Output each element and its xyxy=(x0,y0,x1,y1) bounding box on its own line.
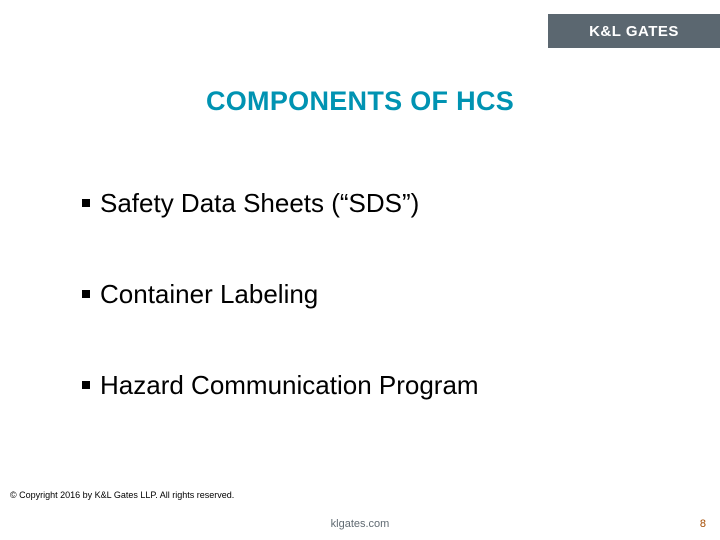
bullet-text: Hazard Communication Program xyxy=(100,370,479,401)
bullet-marker-icon xyxy=(82,290,90,298)
brand-logo-text: K&L GATES xyxy=(589,23,679,40)
copyright-text: © Copyright 2016 by K&L Gates LLP. All r… xyxy=(10,490,234,500)
footer-site: klgates.com xyxy=(0,518,720,530)
list-item: Container Labeling xyxy=(82,279,660,310)
brand-logo: K&L GATES xyxy=(548,14,720,48)
list-item: Hazard Communication Program xyxy=(82,370,660,401)
slide-title: COMPONENTS OF HCS xyxy=(0,86,720,117)
bullet-list: Safety Data Sheets (“SDS”) Container Lab… xyxy=(82,188,660,461)
bullet-marker-icon xyxy=(82,199,90,207)
bullet-text: Container Labeling xyxy=(100,279,318,310)
page-number: 8 xyxy=(700,518,706,530)
bullet-marker-icon xyxy=(82,381,90,389)
list-item: Safety Data Sheets (“SDS”) xyxy=(82,188,660,219)
bullet-text: Safety Data Sheets (“SDS”) xyxy=(100,188,419,219)
